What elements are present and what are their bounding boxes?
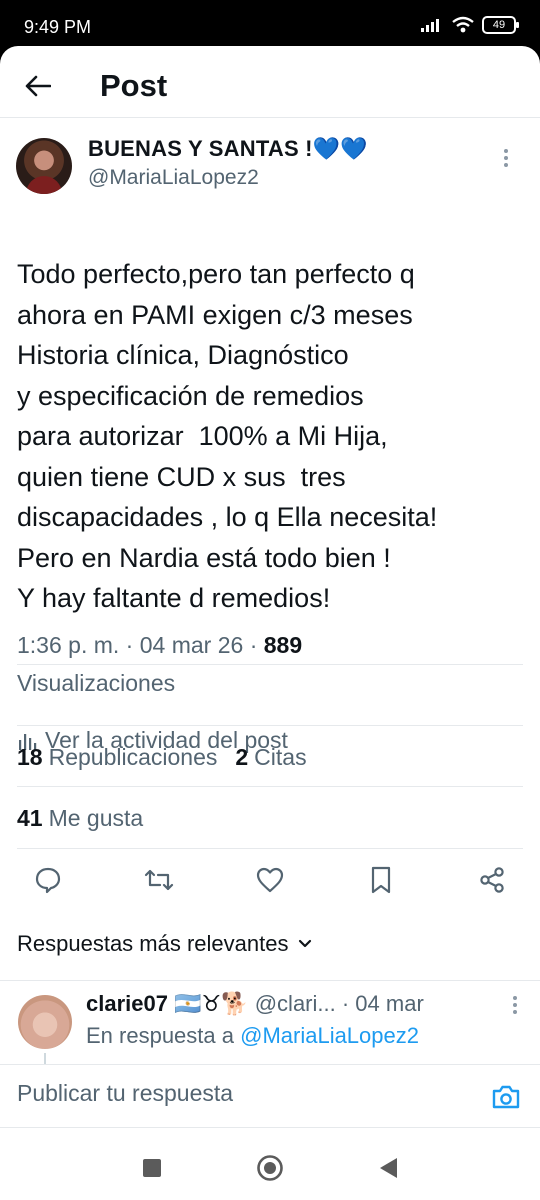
reposts-stat[interactable]: 18 Republicaciones — [17, 744, 217, 771]
reply-more-button[interactable] — [512, 995, 518, 1021]
likes-count: 41 — [17, 805, 43, 831]
reply-prefix: En respuesta a — [86, 1023, 234, 1048]
post-text-line: Pero en Nardia está todo bien ! — [17, 542, 391, 573]
system-nav-bar — [0, 1136, 540, 1200]
divider — [17, 848, 523, 849]
reply-author-handle[interactable]: @clari... — [255, 991, 336, 1016]
camera-button[interactable] — [490, 1081, 522, 1113]
wifi-icon — [452, 16, 474, 33]
status-icons: 49 — [420, 16, 519, 34]
share-icon — [480, 867, 504, 893]
divider — [17, 725, 523, 726]
bookmark-icon — [371, 866, 391, 894]
reply-button[interactable] — [30, 862, 66, 898]
status-bar: 9:49 PM 49 — [0, 0, 540, 52]
arrow-left-icon — [25, 75, 51, 97]
avatar[interactable] — [18, 995, 72, 1049]
replies-sort-dropdown[interactable]: Respuestas más relevantes — [17, 931, 312, 957]
author-display-name[interactable]: BUENAS Y SANTAS !💙💙 — [88, 136, 368, 162]
reply-mention-link[interactable]: @MariaLiaLopez2 — [240, 1023, 419, 1048]
likes-label: Me gusta — [48, 805, 144, 831]
triangle-back-icon — [380, 1158, 397, 1178]
signal-icon — [421, 19, 439, 32]
page-title: Post — [100, 68, 168, 103]
recents-button[interactable] — [138, 1154, 166, 1182]
post-text-line: Todo perfecto,pero tan perfecto q — [17, 259, 415, 289]
author-handle[interactable]: @MariaLiaLopez2 — [88, 166, 259, 190]
quotes-label: Citas — [254, 744, 307, 770]
avatar[interactable] — [16, 138, 72, 194]
views-count: 889 — [263, 632, 303, 658]
reply-item[interactable]: clarie07 🇦🇷♉🐕 @clari... · 04 mar En resp… — [0, 980, 540, 1067]
post-text-line: discapacidades , lo q Ella necesita! — [17, 502, 438, 532]
camera-icon — [492, 1085, 520, 1109]
reply-input[interactable]: Publicar tu respuesta — [17, 1080, 233, 1107]
home-circle-icon — [257, 1155, 283, 1181]
action-bar — [30, 862, 510, 898]
repost-stats: 18 Republicaciones 2 Citas — [17, 744, 307, 771]
post-text-line: para autorizar 100% a Mi Hija, — [17, 421, 388, 451]
status-time: 9:49 PM — [24, 17, 92, 37]
like-stats: 41 Me gusta — [17, 805, 143, 832]
reply-icon — [35, 867, 61, 894]
post-text-line: y especificación de remedios — [17, 380, 364, 411]
back-button[interactable] — [20, 68, 56, 104]
reply-context: En respuesta a @MariaLiaLopez2 — [86, 1023, 419, 1049]
post-text-line: Y hay faltante d remedios! — [17, 583, 331, 613]
battery-icon: 49 — [482, 16, 519, 34]
views-label: Visualizaciones — [17, 670, 176, 696]
reposts-label: Republicaciones — [48, 744, 218, 770]
post-text-line: Historia clínica, Diagnóstico — [17, 340, 349, 370]
chevron-down-icon — [299, 939, 312, 948]
divider — [17, 664, 523, 665]
post-text-line: quien tiene CUD x sus tres — [17, 461, 346, 492]
likes-stat[interactable]: 41 Me gusta — [17, 805, 143, 832]
more-options-button[interactable] — [494, 148, 518, 172]
meta-separator: · — [249, 632, 264, 658]
reply-date: · 04 mar — [341, 991, 424, 1016]
repost-icon — [144, 869, 174, 891]
meta-separator: · — [125, 632, 140, 658]
square-icon — [143, 1159, 161, 1177]
post-text: Todo perfecto,pero tan perfecto q ahora … — [17, 254, 527, 619]
heart-icon — [256, 867, 284, 893]
quotes-stat[interactable]: 2 Citas — [235, 744, 306, 771]
share-button[interactable] — [474, 862, 510, 898]
repost-button[interactable] — [141, 862, 177, 898]
reply-composer: Publicar tu respuesta — [0, 1064, 540, 1128]
more-vertical-icon — [513, 996, 517, 1014]
app-window: Post BUENAS Y SANTAS !💙💙 @MariaLiaLopez2… — [0, 46, 540, 1200]
like-button[interactable] — [252, 862, 288, 898]
quotes-count: 2 — [235, 744, 249, 770]
system-back-button[interactable] — [374, 1154, 402, 1182]
post-author: BUENAS Y SANTAS !💙💙 @MariaLiaLopez2 — [16, 136, 524, 196]
more-vertical-icon — [504, 149, 508, 167]
top-bar: Post — [0, 46, 540, 118]
home-button[interactable] — [256, 1154, 284, 1182]
reply-author-name[interactable]: clarie07 🇦🇷♉🐕 — [86, 991, 249, 1016]
reply-header: clarie07 🇦🇷♉🐕 @clari... · 04 mar — [86, 991, 424, 1017]
post-time[interactable]: 1:36 p. m. — [17, 632, 119, 658]
post-date[interactable]: 04 mar 26 — [140, 632, 244, 658]
sort-label: Respuestas más relevantes — [17, 931, 289, 956]
post-text-line: ahora en PAMI exigen c/3 meses — [17, 299, 413, 330]
reposts-count: 18 — [17, 744, 43, 770]
bookmark-button[interactable] — [363, 862, 399, 898]
divider — [17, 786, 523, 787]
